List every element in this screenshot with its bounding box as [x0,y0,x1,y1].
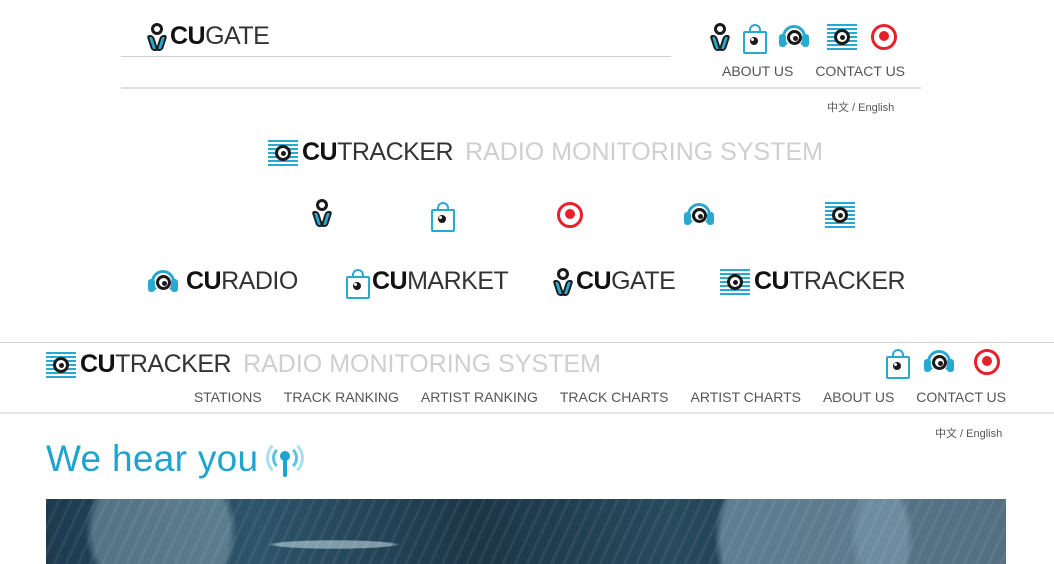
site-header-top-border [0,342,1054,343]
site-header-bottom-border [0,412,1054,414]
cutracker-site-logo[interactable]: CUTRACKER RADIO MONITORING SYSTEM [46,350,601,379]
logo-bold-text: CU [186,267,222,295]
cumarket-icon[interactable] [743,24,767,54]
hero-title: We hear you [46,438,259,479]
header-divider-short [121,56,671,57]
broadcast-icon [266,439,305,479]
cumarket-logo: CUMARKET [346,267,509,299]
nav-artist-charts[interactable]: ARTIST CHARTS [691,389,801,405]
nav-contact-us[interactable]: CONTACT US [815,63,905,79]
logo-light-text: RADIO [221,267,298,295]
curadio-icon [148,269,182,295]
logo-light-text: TRACKER [337,138,454,166]
nav-stations[interactable]: STATIONS [194,389,262,405]
cutracker-icon [720,268,750,295]
cumarket-icon [346,268,370,299]
nav-contact-us[interactable]: CONTACT US [916,389,1006,405]
cumarket-icon [431,202,456,232]
logo-light-text: TRACKER [115,350,232,378]
curadio-logo: CURADIO [148,267,298,296]
logo-bold-text: CU [576,267,612,295]
logo-bold-text: CU [170,22,206,50]
site-main-nav: STATIONS TRACK RANKING ARTIST RANKING TR… [194,389,1006,405]
cugate-icon [554,267,572,296]
curadio-icon[interactable] [779,24,813,50]
cugate-icon [313,199,331,227]
nav-about-us[interactable]: ABOUT US [722,63,793,79]
logo-bold-text: CU [754,267,790,295]
logo-bold-text: CU [80,350,116,378]
cutracker-icon [46,351,76,378]
cugate-logo[interactable]: CUGATE [148,22,270,51]
hero-heading: We hear you [46,438,305,480]
record-icon[interactable] [871,24,897,50]
cugate-icon[interactable] [711,23,729,51]
logo-light-text: MARKET [407,267,509,295]
cugate-logo: CUGATE [554,267,676,296]
nav-artist-ranking[interactable]: ARTIST RANKING [421,389,538,405]
cumarket-icon[interactable] [886,349,910,379]
logo-bold-text: CU [302,138,338,166]
curadio-icon[interactable] [924,349,958,375]
logo-bold-text: CU [372,267,408,295]
nav-track-ranking[interactable]: TRACK RANKING [284,389,399,405]
curadio-icon [684,202,718,228]
logo-light-text: GATE [611,267,676,295]
icon-showcase-row [313,199,855,232]
logo-light-text: TRACKER [789,267,906,295]
header-nav: ABOUT US CONTACT US [722,63,905,79]
language-switch[interactable]: 中文 / English [827,99,894,115]
nav-about-us[interactable]: ABOUT US [823,389,894,405]
logo-light-text: GATE [205,22,270,50]
header-divider-long [121,87,921,89]
record-icon [556,202,583,228]
hero-banner-image [46,499,1006,564]
logo-subtitle: RADIO MONITORING SYSTEM [465,138,823,166]
header-icon-row [711,23,897,54]
cutracker-icon [824,202,855,228]
cutracker-logo: CUTRACKER [720,267,906,296]
logo-subtitle: RADIO MONITORING SYSTEM [243,350,601,378]
cugate-icon [148,22,166,51]
language-switch[interactable]: 中文 / English [935,425,1002,441]
nav-track-charts[interactable]: TRACK CHARTS [560,389,669,405]
record-icon[interactable] [974,349,1000,375]
cutracker-icon [268,139,298,166]
site-header-icons [886,349,1000,379]
cutracker-title-logo: CUTRACKER RADIO MONITORING SYSTEM [268,138,823,167]
cutracker-icon[interactable] [827,24,857,50]
